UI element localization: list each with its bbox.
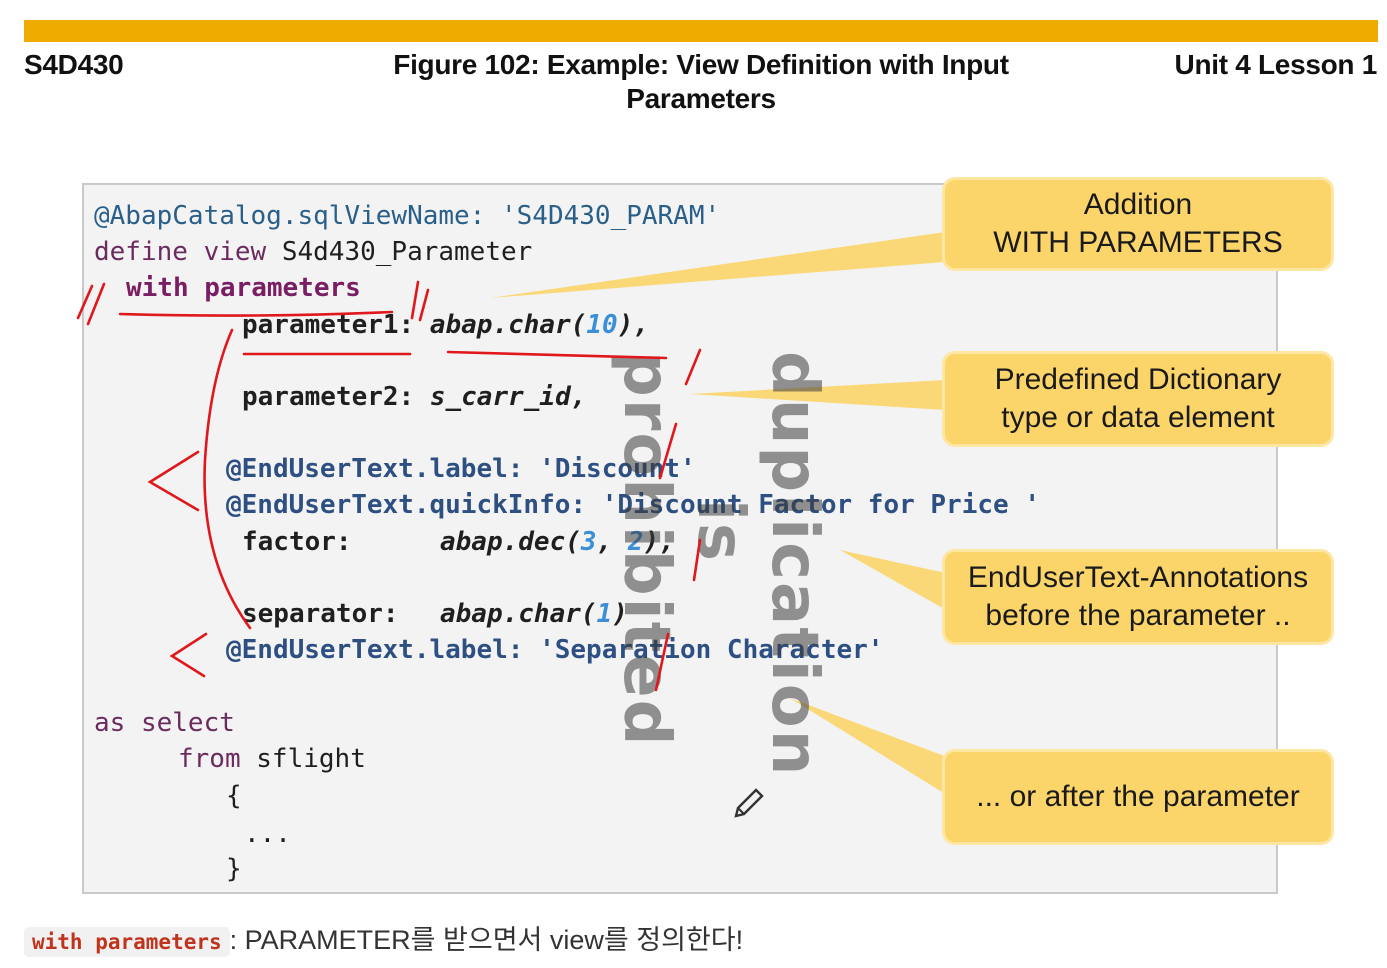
code-line-9-type: abap.char(1) [440,599,628,629]
code-line-15: } [226,854,242,884]
code-line-2: define view S4d430_Parameter [94,237,533,267]
unit-lesson: Unit 4 Lesson 1 [1174,49,1378,80]
footer-text: : PARAMETER를 받으면서 view를 정의한다! [229,925,744,955]
code-line-4: parameter1: abap.char(10), [242,310,650,340]
callout-with-parameters: Addition WITH PARAMETERS [945,180,1331,268]
code-line-8-name: factor: [242,527,352,557]
top-accent-bar [24,20,1378,42]
inline-code: with parameters [24,927,230,957]
watermark: duplication is prohibited [609,351,831,778]
code-line-9-name: separator: [242,599,399,629]
code-line-1: @AbapCatalog.sqlViewName: 'S4D430_PARAM' [94,201,721,231]
callout-annotations-after: ... or after the parameter [945,752,1331,842]
callout-annotations-before: EndUserText-Annotations before the parame… [945,552,1331,642]
code-line-13: { [226,781,242,811]
code-line-12: from sflight [178,744,366,774]
callout-dictionary-type: Predefined Dictionary type or data elemen… [945,354,1331,444]
figure-title: Figure 102: Example: View Definition wit… [330,48,1072,116]
figure-title-line2: Parameters [626,83,776,114]
code-line-14: ... [244,819,291,849]
figure-title-line1: Figure 102: Example: View Definition wit… [393,49,1009,80]
code-line-3: with parameters [126,273,361,303]
code-line-11: as select [94,708,235,738]
course-code: S4D430 [24,49,124,80]
code-line-5: parameter2: s_carr_id, [242,382,587,412]
pencil-icon[interactable] [730,786,766,822]
footer-note: with parameters: PARAMETER를 받으면서 view를 정… [24,922,743,960]
